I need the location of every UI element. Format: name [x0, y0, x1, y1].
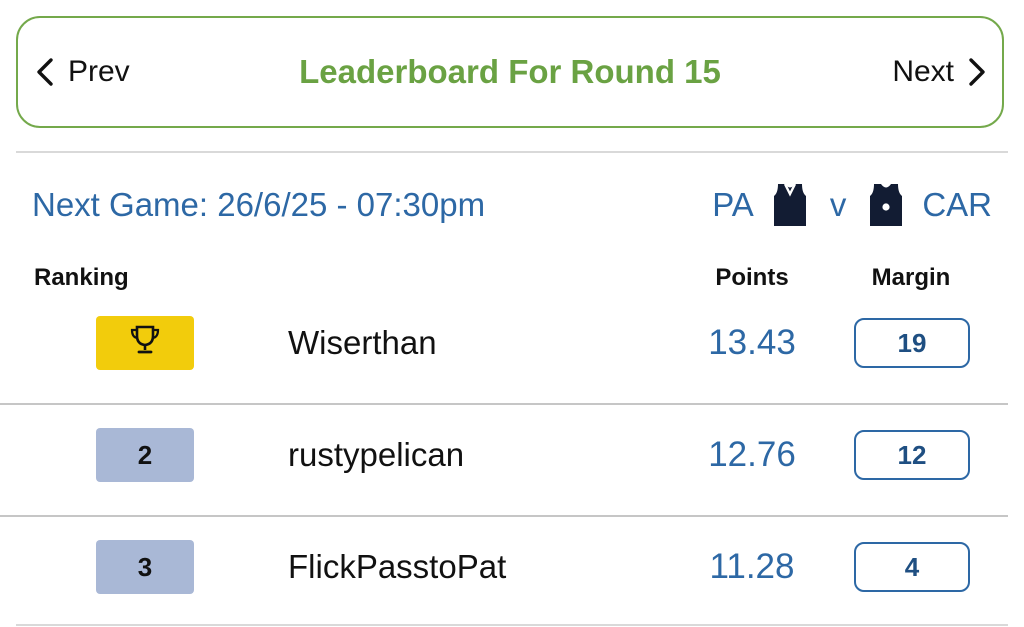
margin-value: 4 [854, 542, 970, 592]
prev-round-button[interactable]: Prev [36, 18, 130, 126]
rank-badge [96, 316, 194, 370]
player-name: FlickPasstoPat [288, 548, 507, 585]
row-divider [0, 403, 1008, 405]
away-team-code: CAR [922, 186, 992, 223]
row-divider [0, 515, 1008, 517]
player-points: 13.43 [708, 323, 796, 362]
player-name: rustypelican [288, 436, 465, 473]
rank-badge: 2 [96, 428, 194, 482]
next-round-label: Next [892, 55, 954, 88]
page-title: Leaderboard For Round 15 [299, 53, 721, 90]
home-team-code: PA [712, 186, 754, 223]
margin-value: 19 [854, 318, 970, 368]
leaderboard-row[interactable]: 3 FlickPasstoPat 11.28 4 [0, 540, 1024, 627]
chevron-right-icon [968, 57, 986, 87]
versus-label: v [829, 186, 847, 223]
leaderboard-screen: Prev Leaderboard For Round 15 Next Next … [0, 0, 1024, 627]
rank-badge: 3 [96, 540, 194, 594]
bottom-divider [16, 624, 1008, 626]
header-divider [16, 151, 1008, 153]
round-navigation-bar: Prev Leaderboard For Round 15 Next [16, 16, 1004, 128]
next-round-button[interactable]: Next [892, 18, 986, 126]
prev-round-label: Prev [68, 55, 130, 88]
leaderboard-row[interactable]: Wiserthan 13.43 19 [0, 316, 1024, 428]
margin-column-header: Margin [871, 264, 951, 291]
leaderboard-row[interactable]: 2 rustypelican 12.76 12 [0, 428, 1024, 540]
margin-value: 12 [854, 430, 970, 480]
player-name: Wiserthan [288, 324, 437, 361]
chevron-left-icon [36, 57, 54, 87]
points-column-header: Points [715, 264, 789, 291]
away-jersey-icon [868, 182, 904, 228]
next-game-label: Next Game: 26/6/25 - 07:30pm [32, 186, 486, 223]
trophy-icon [125, 324, 165, 363]
home-jersey-icon [772, 182, 808, 228]
player-points: 12.76 [708, 435, 796, 474]
next-game-matchup: PA v CAR [712, 180, 992, 230]
ranking-column-header: Ranking [34, 264, 129, 291]
player-points: 11.28 [709, 547, 795, 586]
